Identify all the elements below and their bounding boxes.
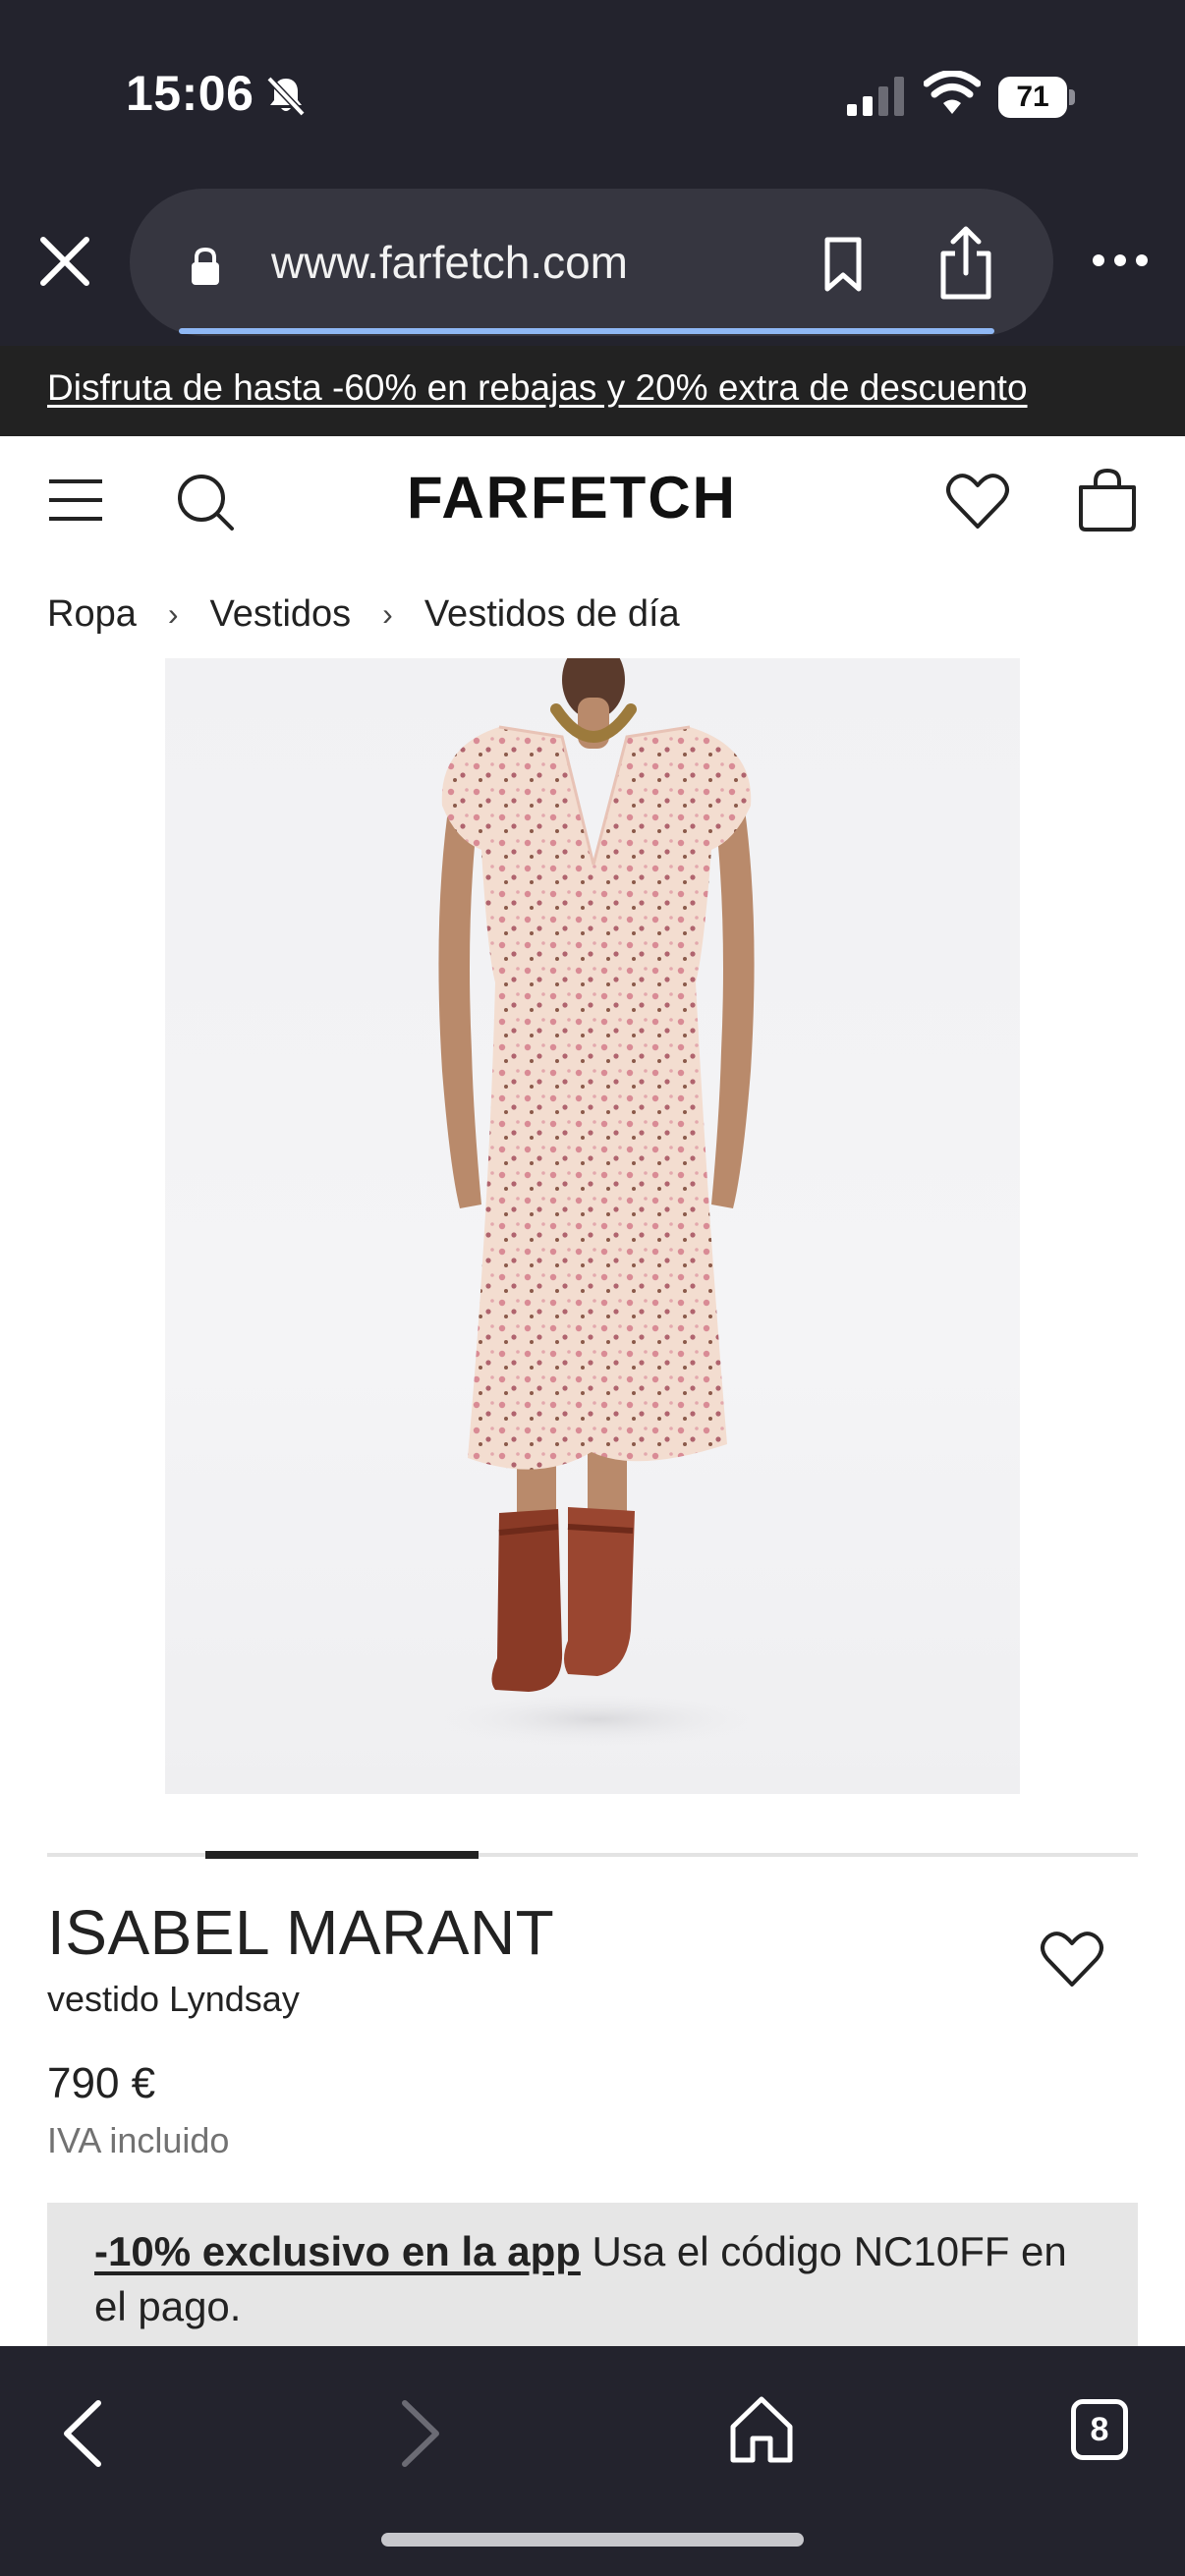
url-text[interactable]: www.farfetch.com [271, 236, 628, 289]
product-price: 790 € [47, 2059, 156, 2107]
product-name: vestido Lyndsay [47, 1979, 300, 2019]
more-icon[interactable] [1091, 246, 1150, 275]
wishlist-icon[interactable] [945, 472, 1010, 531]
app-promo-text: -10% exclusivo en la app Usa el código N… [94, 2224, 1097, 2334]
home-indicator[interactable] [381, 2533, 804, 2547]
chevron-right-icon: › [382, 595, 393, 632]
back-icon[interactable] [57, 2397, 108, 2470]
forward-icon[interactable] [395, 2397, 446, 2470]
breadcrumb-item-vestidos-de-dia[interactable]: Vestidos de día [424, 593, 680, 636]
promo-banner[interactable]: Disfruta de hasta -60% en rebajas y 20% … [0, 346, 1185, 436]
close-icon[interactable] [35, 232, 94, 291]
home-icon[interactable] [727, 2393, 796, 2466]
browser-chrome: 15:06 71 www.farfetch.com [0, 0, 1185, 346]
search-icon[interactable] [175, 472, 236, 532]
bookmark-icon[interactable] [818, 234, 869, 295]
battery-icon: 71 [998, 77, 1075, 118]
browser-toolbar: 8 [0, 2346, 1185, 2576]
product-image[interactable] [165, 658, 1020, 1794]
chevron-right-icon: › [167, 595, 179, 632]
app-promo-link[interactable]: -10% exclusivo en la app [94, 2228, 581, 2274]
farfetch-logo[interactable]: FARFETCH [407, 464, 737, 532]
address-bar[interactable]: www.farfetch.com [130, 189, 1053, 336]
signal-icon [847, 77, 904, 116]
shopping-bag-icon[interactable] [1075, 468, 1140, 532]
add-to-wishlist-icon[interactable] [1040, 1930, 1104, 1988]
battery-level: 71 [998, 77, 1067, 118]
product-brand[interactable]: ISABEL MARANT [47, 1896, 554, 1969]
tabs-count: 8 [1090, 2410, 1109, 2448]
gallery-progress-indicator [205, 1851, 479, 1859]
bell-slash-icon [266, 76, 306, 117]
breadcrumb-item-ropa[interactable]: Ropa [47, 593, 137, 636]
wifi-icon [924, 71, 981, 114]
page-load-progress [179, 328, 994, 334]
app-promo-banner: -10% exclusivo en la app Usa el código N… [47, 2203, 1138, 2346]
lock-icon [192, 247, 219, 285]
menu-icon[interactable] [47, 476, 104, 525]
share-icon[interactable] [935, 224, 996, 303]
promo-banner-link[interactable]: Disfruta de hasta -60% en rebajas y 20% … [47, 367, 1028, 409]
status-bar: 15:06 71 [0, 0, 1185, 187]
dress-photo [430, 658, 764, 1747]
tabs-icon[interactable]: 8 [1071, 2399, 1128, 2460]
status-time: 15:06 [126, 66, 254, 121]
breadcrumb-item-vestidos[interactable]: Vestidos [210, 593, 352, 636]
site-header: FARFETCH [0, 436, 1185, 564]
breadcrumb: Ropa › Vestidos › Vestidos de día [47, 589, 680, 639]
tax-note: IVA incluido [47, 2120, 230, 2160]
